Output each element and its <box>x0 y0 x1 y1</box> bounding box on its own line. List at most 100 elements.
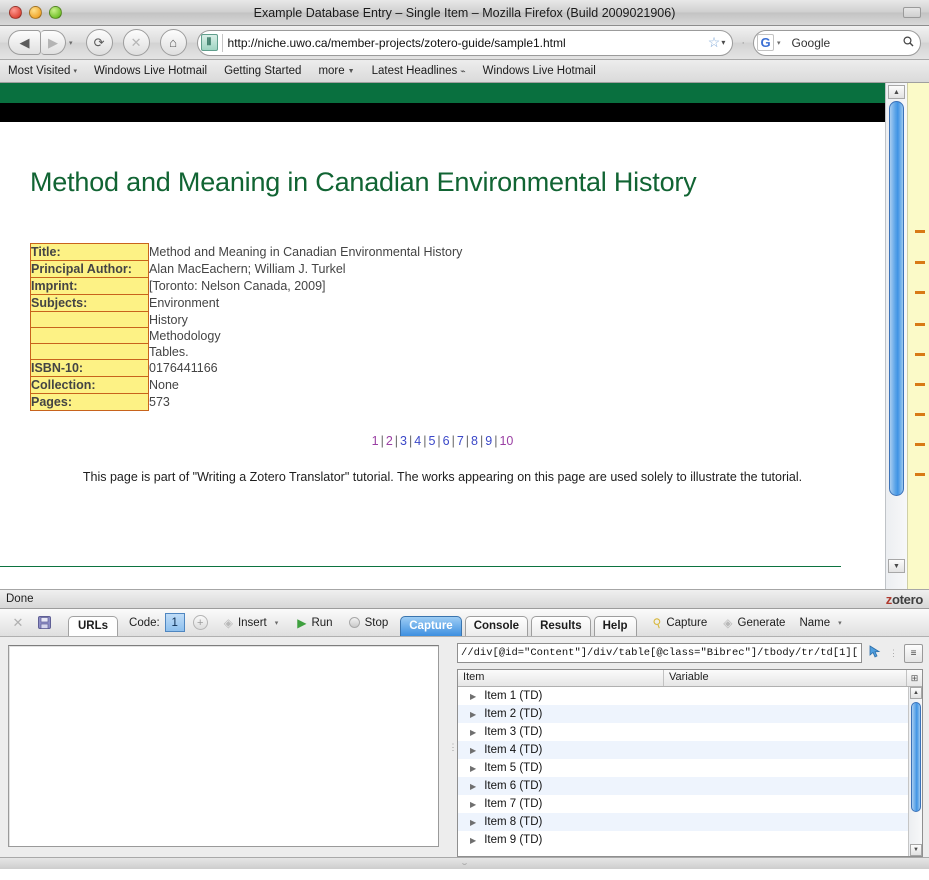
bookmark-windows-live-hotmail-1[interactable]: Windows Live Hotmail <box>94 65 207 77</box>
scroll-up-button[interactable]: ▲ <box>910 687 922 699</box>
chevron-down-icon: ▾ <box>73 68 77 75</box>
search-bar[interactable]: G ▾ Google <box>753 29 921 56</box>
forward-button[interactable]: ▶ <box>41 30 66 55</box>
bibrec-value: Environment <box>149 295 220 310</box>
scrollbar-thumb[interactable] <box>911 702 921 812</box>
page-link-3[interactable]: 3 <box>400 434 407 448</box>
zotero-logo[interactable]: zotero <box>886 591 924 607</box>
page-link-1[interactable]: 1 <box>372 434 379 448</box>
stop-button[interactable]: ✕ <box>122 29 150 56</box>
tab-console[interactable]: Console <box>464 615 529 636</box>
zoom-window-button[interactable] <box>49 6 62 19</box>
page-link-8[interactable]: 8 <box>471 434 478 448</box>
expand-icon[interactable]: ▶ <box>470 710 476 719</box>
column-picker-icon[interactable]: ⊞ <box>906 670 922 686</box>
list-item[interactable]: ▶ Item 8 (TD) <box>458 813 922 831</box>
home-button[interactable]: ⌂ <box>159 29 187 56</box>
minimize-window-button[interactable] <box>29 6 42 19</box>
toolbar-toggle-button[interactable] <box>903 7 921 18</box>
bibrec-value: None <box>149 377 179 392</box>
list-item[interactable]: ▶ Item 4 (TD) <box>458 741 922 759</box>
bookmark-star-icon[interactable]: ☆ <box>707 34 722 51</box>
search-input[interactable]: Google <box>784 36 903 50</box>
list-item[interactable]: ▶ Item 3 (TD) <box>458 723 922 741</box>
capture-list-scrollbar[interactable]: ▲ ▼ <box>908 687 922 856</box>
bookmark-most-visited[interactable]: Most Visited ▾ <box>8 65 77 77</box>
scroll-down-button[interactable]: ▼ <box>888 559 905 573</box>
page-link-2[interactable]: 2 <box>386 434 393 448</box>
xpath-pick-icon[interactable] <box>868 644 883 662</box>
status-text: Done <box>6 593 34 605</box>
bibrec-body: Title: Method and Meaning in Canadian En… <box>30 243 463 411</box>
list-item[interactable]: ▶ Item 9 (TD) <box>458 831 922 849</box>
site-green-banner <box>0 83 885 103</box>
url-text[interactable]: http://niche.uwo.ca/member-projects/zote… <box>228 36 707 50</box>
scroll-up-button[interactable]: ▲ <box>888 85 905 99</box>
page-link-10[interactable]: 10 <box>499 434 513 448</box>
generate-label: Generate <box>737 616 786 629</box>
expand-icon[interactable]: ▶ <box>470 800 476 809</box>
column-header-item[interactable]: Item <box>458 670 665 686</box>
insert-button[interactable]: ◈ Insert ▾ <box>224 616 282 630</box>
expand-icon[interactable]: ▶ <box>470 782 476 791</box>
close-icon[interactable]: ✕ <box>6 612 30 634</box>
generate-button[interactable]: ◈ Generate <box>723 616 785 630</box>
name-dropdown[interactable]: Name ▾ <box>799 617 844 629</box>
expand-icon[interactable]: ▶ <box>470 728 476 737</box>
tab-urls[interactable]: URLs <box>68 615 119 636</box>
chevron-down-icon[interactable]: ▾ <box>721 38 728 47</box>
run-button[interactable]: ▶ Run <box>297 616 332 630</box>
pane-splitter[interactable]: ⋮ <box>449 637 458 857</box>
search-engine-chevron-icon[interactable]: ▾ <box>774 39 784 47</box>
zotero-scaffold-pane: ✕ URLs Code: 1 + ◈ Insert ▾ ▶ Run Stop C… <box>0 609 929 869</box>
code-editor[interactable] <box>8 645 440 847</box>
xpath-input[interactable]: //div[@id="Content"]/div/table[@class="B… <box>457 643 862 663</box>
xpath-options-button[interactable]: ≡ <box>904 643 923 663</box>
page-scrollbar[interactable]: ▲ ▼ <box>885 83 907 589</box>
add-code-button[interactable]: + <box>192 615 208 630</box>
close-window-button[interactable] <box>9 6 22 19</box>
zotero-logo-rest: otero <box>891 591 923 607</box>
window-resize-grip[interactable]: ⌣ <box>0 857 929 869</box>
list-item[interactable]: ▶ Item 6 (TD) <box>458 777 922 795</box>
stop-button[interactable]: Stop <box>348 617 388 629</box>
page-link-7[interactable]: 7 <box>457 434 464 448</box>
capture-pane: //div[@id="Content"]/div/table[@class="B… <box>457 637 929 857</box>
bibrec-label: Subjects: <box>30 294 149 312</box>
tab-capture[interactable]: Capture <box>400 615 462 636</box>
tab-help[interactable]: Help <box>593 615 637 636</box>
bibrec-value: 573 <box>149 394 170 409</box>
xpath-grip: ⋮ <box>889 647 898 658</box>
expand-icon[interactable]: ▶ <box>470 836 476 845</box>
tab-results[interactable]: Results <box>531 615 591 636</box>
back-button[interactable]: ◀ <box>8 30 41 55</box>
expand-icon[interactable]: ▶ <box>470 692 476 701</box>
code-number-input[interactable]: 1 <box>164 613 185 632</box>
expand-icon[interactable]: ▶ <box>470 818 476 827</box>
scroll-down-button[interactable]: ▼ <box>910 844 922 856</box>
bibrec-label: Pages: <box>30 393 149 411</box>
bookmark-windows-live-hotmail-2[interactable]: Windows Live Hotmail <box>483 65 596 77</box>
expand-icon[interactable]: ▶ <box>470 746 476 755</box>
bibrec-value: Alan MacEachern; William J. Turkel <box>149 261 346 276</box>
history-dropdown-icon[interactable]: ▾ <box>66 39 76 47</box>
search-icon[interactable] <box>903 35 914 50</box>
save-icon[interactable] <box>32 612 56 634</box>
bibrec-label: ISBN-10: <box>30 359 149 377</box>
bookmark-more[interactable]: more ▼ <box>318 65 354 77</box>
scrollbar-thumb[interactable] <box>889 101 904 496</box>
list-item[interactable]: ▶ Item 2 (TD) <box>458 705 922 723</box>
bookmark-latest-headlines[interactable]: Latest Headlines ⌁ <box>372 65 466 77</box>
bookmark-getting-started[interactable]: Getting Started <box>224 65 301 77</box>
list-item[interactable]: ▶ Item 1 (TD) <box>458 687 922 705</box>
insert-label: Insert <box>237 616 267 629</box>
address-bar[interactable]: Ⅱ http://niche.uwo.ca/member-projects/zo… <box>196 29 734 56</box>
list-item[interactable]: ▶ Item 7 (TD) <box>458 795 922 813</box>
page-link-6[interactable]: 6 <box>443 434 450 448</box>
list-item[interactable]: ▶ Item 5 (TD) <box>458 759 922 777</box>
reload-button[interactable]: ⟳ <box>85 29 113 56</box>
google-logo-icon[interactable]: G <box>757 34 774 51</box>
column-header-variable[interactable]: Variable <box>664 670 906 686</box>
expand-icon[interactable]: ▶ <box>470 764 476 773</box>
capture-button[interactable]: ⚲ Capture <box>650 614 707 630</box>
